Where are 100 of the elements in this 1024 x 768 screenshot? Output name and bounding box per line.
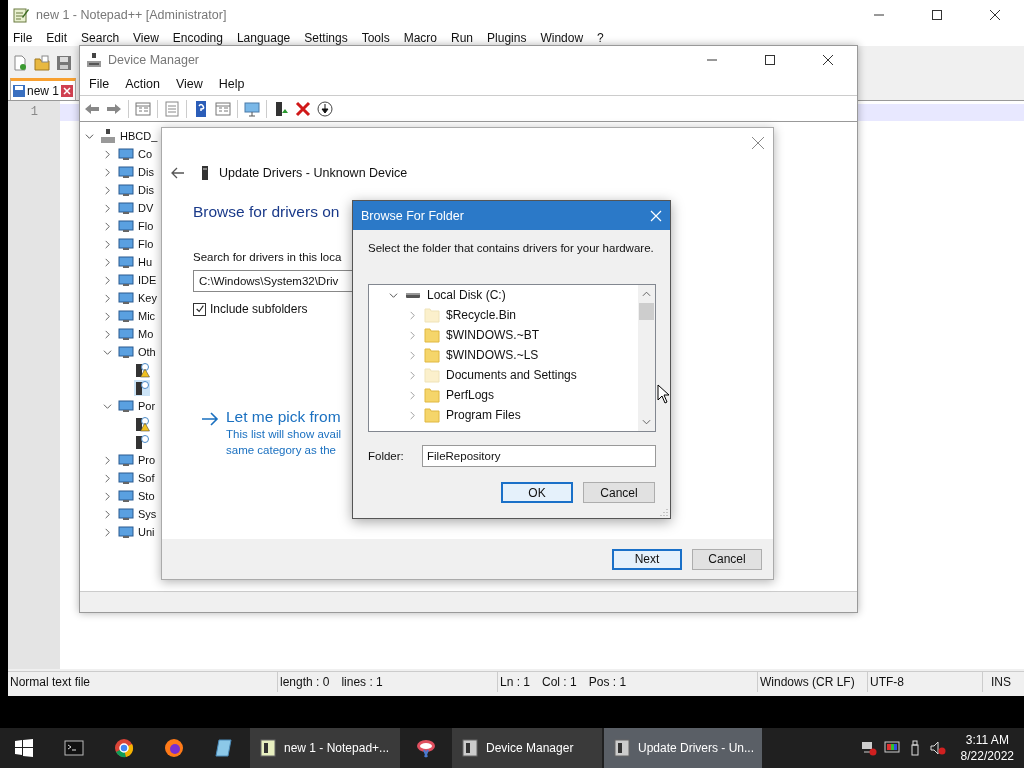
tree-item[interactable]: Pro	[137, 454, 157, 466]
taskbar-button[interactable]: Device Manager	[452, 728, 602, 768]
device-icon	[118, 182, 134, 198]
menu-item[interactable]: Edit	[46, 31, 68, 45]
menu-item[interactable]: Help	[218, 77, 245, 91]
scrollbar[interactable]	[638, 285, 655, 431]
tree-item[interactable]: Hu	[137, 256, 154, 268]
menu-item[interactable]: File	[13, 31, 33, 45]
back-arrow-icon[interactable]	[171, 167, 185, 179]
terminal-icon[interactable]	[64, 738, 84, 758]
folder-field[interactable]: FileRepository	[422, 445, 656, 467]
tree-item[interactable]: Co	[137, 148, 154, 160]
browser-icon[interactable]	[114, 738, 134, 758]
tree-item[interactable]: IDE	[137, 274, 158, 286]
tree-item[interactable]: HBCD_	[119, 130, 159, 142]
monitor-icon[interactable]	[244, 100, 260, 117]
scroll-thumb[interactable]	[639, 303, 654, 320]
device-icon[interactable]	[134, 434, 150, 450]
tree-item[interactable]: Sof	[137, 472, 156, 484]
device-icon	[118, 236, 134, 252]
delete-icon[interactable]	[295, 100, 311, 117]
checkbox[interactable]	[193, 302, 206, 316]
maximize-icon	[765, 54, 775, 65]
menu-item[interactable]: View	[133, 31, 159, 45]
help-icon[interactable]	[193, 100, 209, 117]
windows-start-icon[interactable]	[14, 738, 34, 758]
device-icon	[201, 165, 209, 181]
folder-icon[interactable]	[34, 55, 50, 71]
tree-item[interactable]: Dis	[137, 184, 155, 196]
cancel-button[interactable]: Cancel	[583, 482, 655, 503]
option-link[interactable]: Let me pick from	[226, 408, 341, 426]
menu-item[interactable]: Run	[451, 31, 474, 45]
tree-item[interactable]: PerfLogs	[445, 388, 496, 402]
tree-item[interactable]: Flo	[137, 220, 155, 232]
warning-device-icon[interactable]	[134, 416, 150, 432]
status-text: UTF-8	[870, 675, 904, 689]
close-icon[interactable]	[752, 137, 764, 149]
folder-tree[interactable]: Local Disk (C:) $Recycle.Bin $WINDOWS.~BT $WINDOWS.~LS Documents and Settings PerfLogs Program Files	[368, 284, 656, 432]
taskbar-button[interactable]: Update Drivers - Un...	[604, 728, 763, 768]
tree-item[interactable]: Flo	[137, 238, 155, 250]
save-icon[interactable]	[56, 55, 72, 71]
speaker-muted-icon[interactable]	[929, 740, 946, 756]
tree-item[interactable]: Documents and Settings	[445, 368, 578, 382]
menu-item[interactable]: Encoding	[172, 31, 223, 45]
menu-item[interactable]: Settings	[304, 31, 348, 45]
window-panel-icon[interactable]	[215, 100, 231, 117]
tree-item[interactable]: DV	[137, 202, 155, 214]
tree-item[interactable]: Uni	[137, 526, 156, 538]
device-icon	[118, 326, 134, 342]
tree-item[interactable]: Oth	[137, 346, 157, 358]
device-icon	[118, 524, 134, 540]
warning-device-icon[interactable]	[134, 362, 150, 378]
scroll-down-icon[interactable]	[642, 419, 651, 425]
device-icon	[118, 452, 134, 468]
tree-item[interactable]: $WINDOWS.~LS	[445, 348, 540, 362]
menu-item[interactable]: Action	[125, 77, 160, 91]
display-icon[interactable]	[883, 740, 900, 756]
close-icon[interactable]	[61, 84, 74, 97]
tree-item[interactable]: Dis	[137, 166, 155, 178]
cancel-button[interactable]: Cancel	[692, 548, 762, 570]
tree-item[interactable]: Mo	[137, 328, 155, 340]
menu-item[interactable]: Plugins	[487, 31, 527, 45]
next-button[interactable]: Next	[612, 548, 682, 570]
tree-item[interactable]: Program Files	[445, 408, 522, 422]
device-icon	[118, 164, 134, 180]
tree-item[interactable]: Mic	[137, 310, 157, 322]
menu-item[interactable]: Tools	[361, 31, 390, 45]
resize-grip-icon[interactable]	[660, 508, 668, 516]
tree-item[interactable]: $WINDOWS.~BT	[445, 328, 540, 342]
scroll-up-icon[interactable]	[642, 291, 651, 297]
clock[interactable]: 3:11 AM 8/22/2022	[960, 732, 1014, 764]
menu-item[interactable]: File	[89, 77, 110, 91]
new-file-icon[interactable]	[12, 55, 28, 71]
download-icon[interactable]	[317, 100, 333, 117]
tree-item[interactable]: Key	[137, 292, 158, 304]
device-arrow-icon[interactable]	[273, 100, 289, 117]
window-panel-icon[interactable]	[135, 100, 151, 117]
checkmark-icon	[194, 304, 205, 314]
taskbar-button[interactable]: new 1 - Notepad+...	[250, 728, 400, 768]
scissors-icon[interactable]	[416, 738, 436, 758]
device-icon	[460, 738, 480, 758]
device-icon	[118, 218, 134, 234]
status-text: INS	[991, 675, 1011, 689]
menu-item[interactable]: Macro	[403, 31, 437, 45]
app-icon[interactable]	[214, 738, 234, 758]
checkbox-label: Include subfolders	[210, 302, 308, 316]
menu-item[interactable]: Search	[81, 31, 120, 45]
tree-item[interactable]: Sys	[137, 508, 158, 520]
tree-item[interactable]: Sto	[137, 490, 156, 502]
device-icon[interactable]	[134, 380, 150, 396]
menu-item[interactable]: Window	[540, 31, 584, 45]
network-icon[interactable]	[860, 740, 877, 756]
tree-item[interactable]: $Recycle.Bin	[445, 308, 518, 322]
tree-item[interactable]: Por	[137, 400, 157, 412]
menu-item[interactable]: Language	[236, 31, 291, 45]
ok-button[interactable]: OK	[501, 482, 573, 503]
menu-item[interactable]: View	[175, 77, 203, 91]
menu-item[interactable]: ?	[597, 31, 604, 45]
document-tab[interactable]: new 1	[10, 78, 77, 100]
browser-icon[interactable]	[164, 738, 184, 758]
